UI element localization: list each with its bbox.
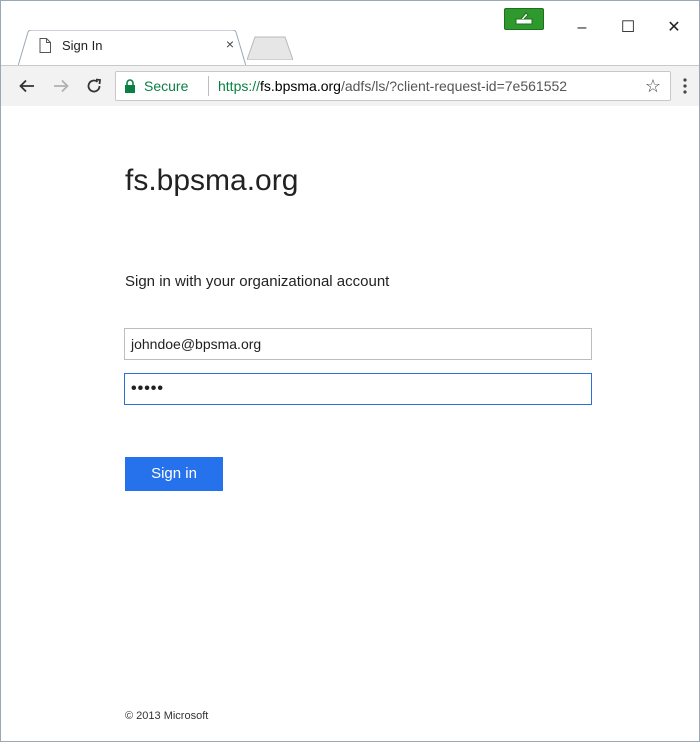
- copyright-footer: © 2013 Microsoft: [125, 710, 209, 722]
- address-bar[interactable]: Secure https://fs.bpsma.org/adfs/ls/?cli…: [115, 71, 671, 101]
- tab-strip: Sign In × – ☐ ✕: [1, 1, 699, 66]
- new-tab-button[interactable]: [246, 36, 294, 61]
- browser-window: Sign In × – ☐ ✕ Secure https://fs.bpsma.…: [0, 0, 700, 742]
- url-text[interactable]: https://fs.bpsma.org/adfs/ls/?client-req…: [218, 78, 567, 94]
- tab-close-icon[interactable]: ×: [222, 36, 238, 52]
- browser-toolbar: Secure https://fs.bpsma.org/adfs/ls/?cli…: [1, 65, 699, 107]
- menu-dots-icon[interactable]: [675, 72, 695, 100]
- tab-sign-in[interactable]: Sign In ×: [18, 30, 246, 66]
- minimize-button[interactable]: –: [559, 13, 605, 43]
- close-window-button[interactable]: ✕: [651, 13, 697, 43]
- lock-icon: [124, 79, 136, 93]
- sign-in-button[interactable]: Sign in: [125, 457, 223, 491]
- address-separator: [208, 76, 209, 96]
- url-host: fs.bpsma.org: [260, 78, 341, 94]
- maximize-button[interactable]: ☐: [605, 13, 651, 43]
- forward-arrow-icon[interactable]: [47, 72, 75, 100]
- secure-label: Secure: [144, 78, 189, 94]
- reload-icon[interactable]: [80, 72, 108, 100]
- sign-in-subtitle: Sign in with your organizational account: [125, 273, 390, 290]
- back-arrow-icon[interactable]: [13, 72, 41, 100]
- url-scheme: https://: [218, 78, 261, 94]
- page-icon: [39, 38, 53, 54]
- email-field[interactable]: johndoe@bpsma.org: [124, 328, 592, 360]
- page-title: fs.bpsma.org: [125, 164, 299, 197]
- url-path: /adfs/ls/?client-request-id=7e561552: [340, 78, 568, 94]
- password-field[interactable]: •••••: [124, 373, 592, 405]
- tab-title: Sign In: [62, 38, 103, 53]
- extension-icon[interactable]: [504, 8, 544, 30]
- page-content: fs.bpsma.org Sign in with your organizat…: [1, 106, 699, 741]
- star-icon[interactable]: ☆: [642, 75, 664, 97]
